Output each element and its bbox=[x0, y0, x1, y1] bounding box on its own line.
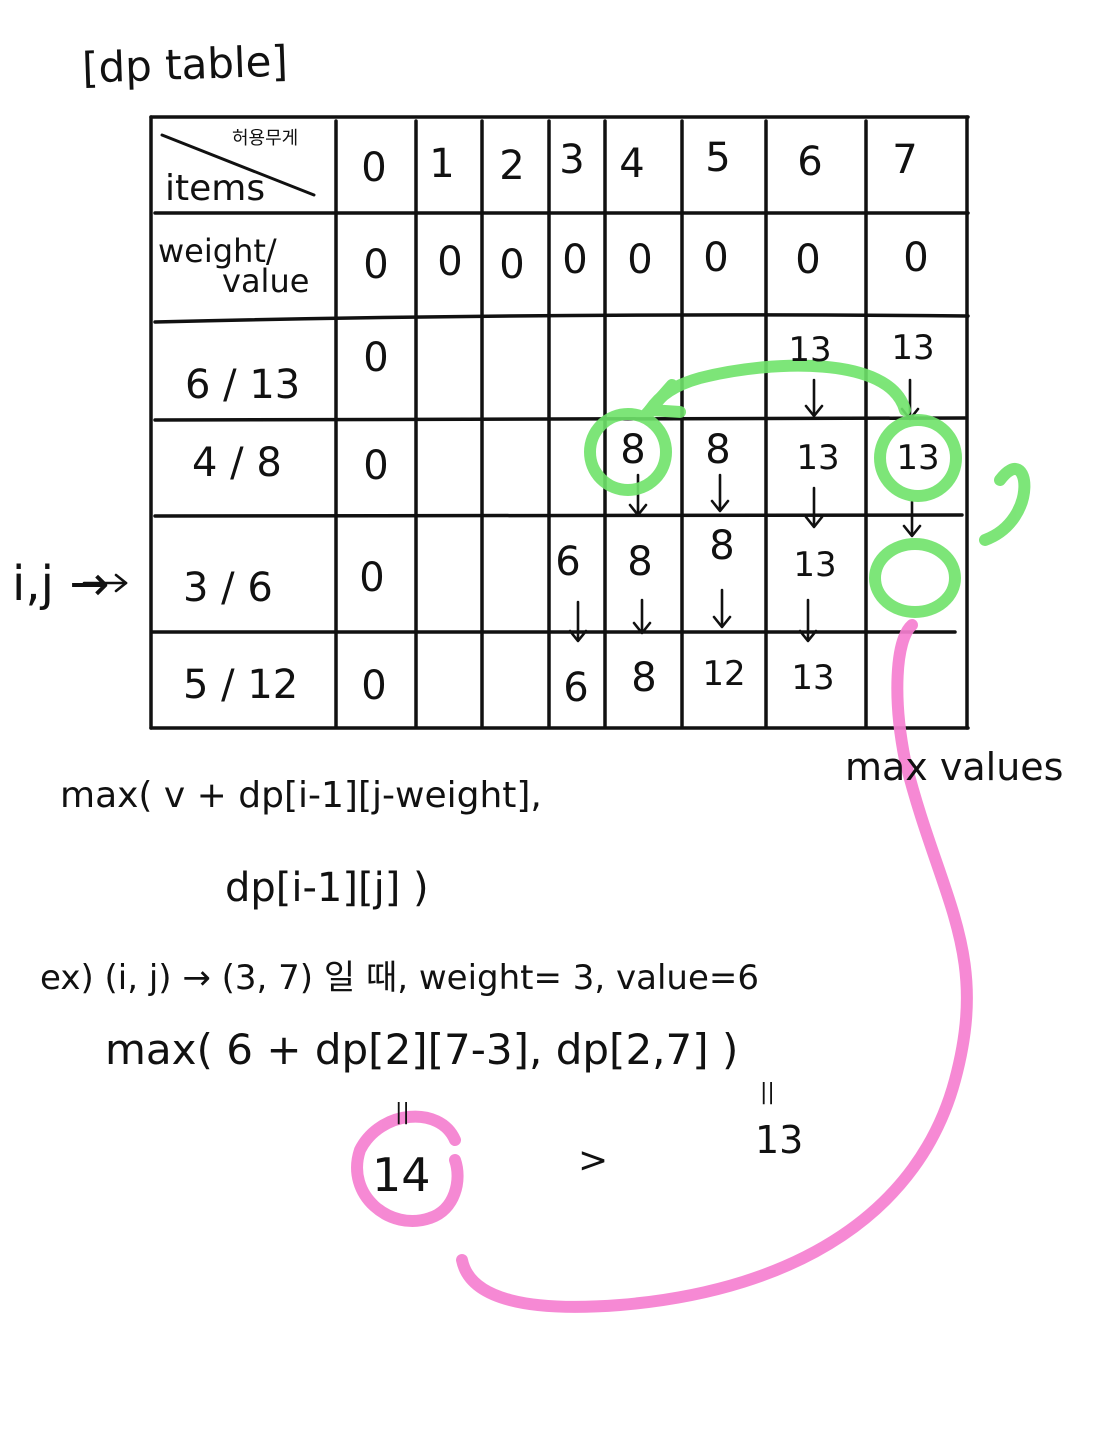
init-cell: 0 bbox=[903, 235, 929, 281]
row-label: 4 / 8 bbox=[192, 440, 282, 486]
dp-cell: 13 bbox=[796, 438, 840, 478]
row-separator bbox=[153, 313, 970, 324]
capacity-5: 5 bbox=[705, 135, 731, 181]
dp-cell: 0 bbox=[361, 663, 387, 709]
dp-cell: 8 bbox=[620, 427, 646, 473]
init-cell: 0 bbox=[795, 237, 821, 283]
init-cell: 0 bbox=[703, 235, 729, 281]
dp-cell: 13 bbox=[793, 545, 837, 585]
dp-cell: 8 bbox=[627, 539, 653, 585]
dp-cell: 8 bbox=[631, 655, 657, 701]
init-cell: 0 bbox=[627, 237, 653, 283]
down-arrow-icon bbox=[568, 600, 588, 643]
dp-cell: 8 bbox=[709, 523, 735, 569]
green-target-circle bbox=[869, 538, 961, 618]
row-separator bbox=[153, 416, 967, 422]
pointer-label: i,j → bbox=[12, 556, 110, 612]
row-label: 3 / 6 bbox=[183, 565, 273, 611]
dp-cell: 0 bbox=[359, 555, 385, 601]
formula-line-1: max( v + dp[i-1][j-weight], bbox=[60, 775, 542, 816]
down-arrow-icon bbox=[804, 378, 824, 418]
dp-cell: 13 bbox=[896, 438, 940, 478]
row-label: 6 / 13 bbox=[185, 362, 301, 408]
capacity-4: 4 bbox=[619, 141, 645, 187]
row-label: 5 / 12 bbox=[183, 662, 299, 708]
capacity-header-label: 허용무게 bbox=[232, 128, 299, 149]
formula-line-2: dp[i-1][j] ) bbox=[225, 865, 429, 911]
result-value-right: 13 bbox=[755, 1118, 804, 1162]
down-arrow-icon bbox=[804, 486, 824, 529]
max-values-label: max values bbox=[845, 745, 1064, 789]
example-line-1: ex) (i, j) → (3, 7) 일 때, weight= 3, valu… bbox=[40, 958, 760, 998]
capacity-7: 7 bbox=[892, 137, 918, 183]
down-arrow-icon bbox=[798, 598, 818, 643]
dp-cell: 0 bbox=[363, 335, 389, 381]
row-separator bbox=[153, 513, 964, 518]
green-arrowhead-icon bbox=[637, 379, 686, 418]
dp-cell: 13 bbox=[791, 658, 835, 698]
comparison-sign: > bbox=[578, 1140, 609, 1181]
items-header-label: items bbox=[165, 168, 266, 209]
result-value-left: 14 bbox=[372, 1148, 431, 1202]
capacity-1: 1 bbox=[429, 141, 455, 187]
init-cell: 0 bbox=[363, 242, 389, 288]
down-arrow-icon bbox=[902, 500, 922, 538]
init-row-label-line2: value bbox=[222, 262, 310, 300]
green-loop-arrow-icon bbox=[979, 463, 1031, 546]
equals-marker-right: || bbox=[760, 1080, 775, 1105]
down-arrow-icon bbox=[710, 473, 730, 513]
down-arrow-icon bbox=[632, 598, 652, 635]
equals-marker-left: || bbox=[395, 1100, 410, 1125]
dp-cell: 13 bbox=[891, 328, 935, 368]
dp-cell: 13 bbox=[788, 330, 832, 370]
down-arrow-icon bbox=[712, 588, 732, 629]
dp-cell: 12 bbox=[702, 654, 746, 694]
dp-table-grid bbox=[82, 115, 1031, 1313]
dp-cell: 8 bbox=[705, 427, 731, 473]
example-line-2: max( 6 + dp[2][7-3], dp[2,7] ) bbox=[105, 1025, 739, 1074]
dp-cell: 0 bbox=[363, 443, 389, 489]
capacity-6: 6 bbox=[797, 139, 823, 185]
dp-cell: 6 bbox=[555, 539, 581, 585]
